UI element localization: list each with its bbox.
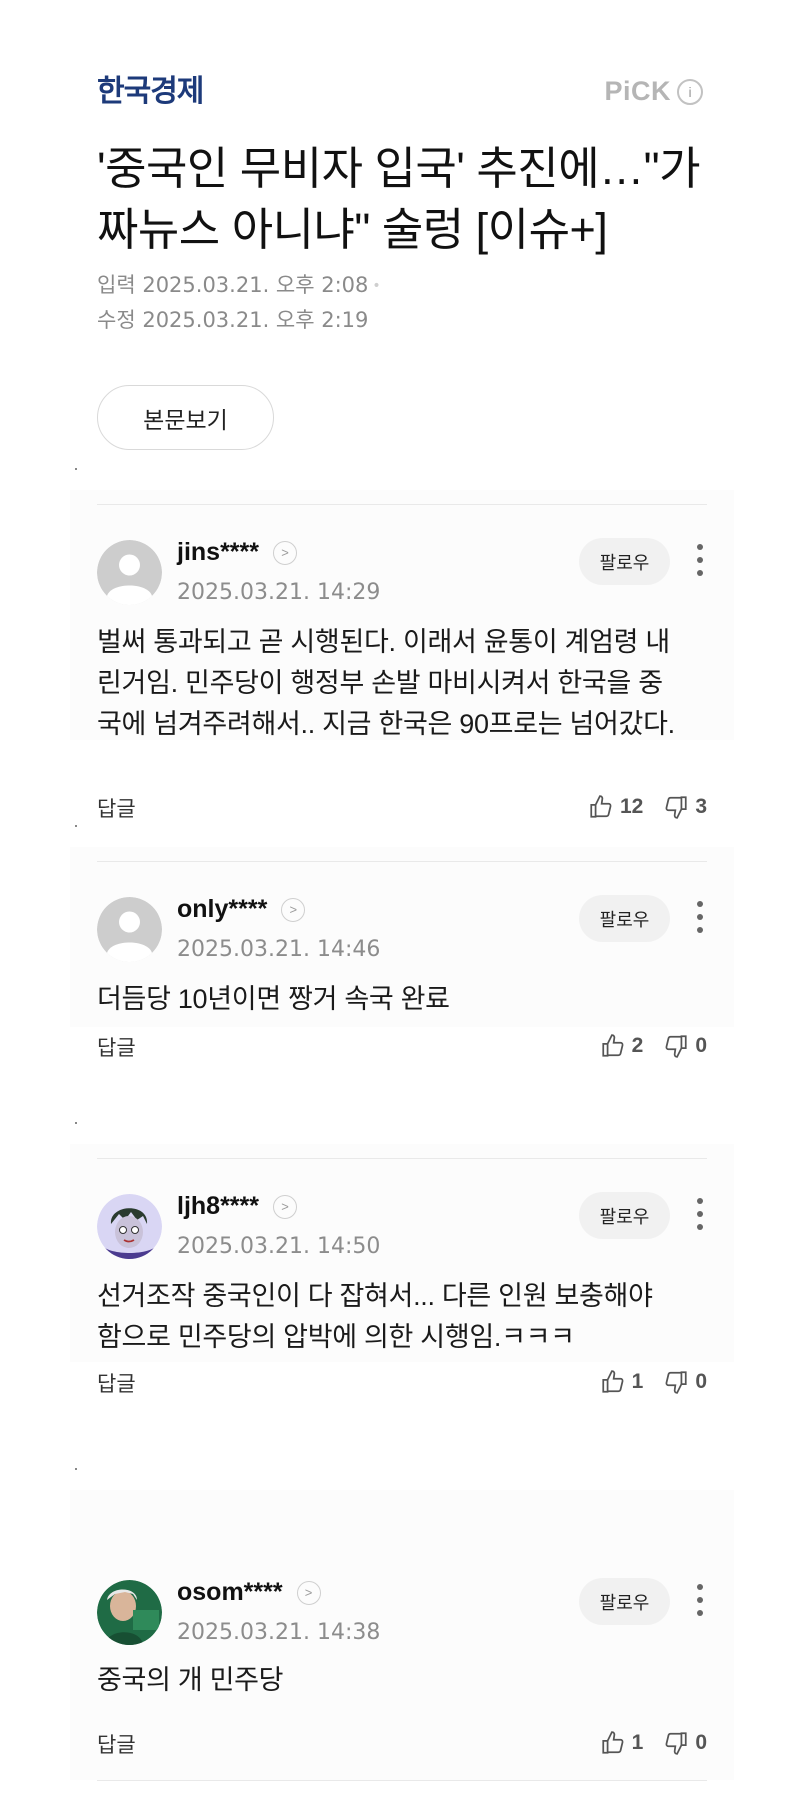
follow-button[interactable]: 팔로우 [579, 1192, 670, 1239]
edit-time: 2025.03.21. 오후 2:19 [142, 308, 369, 332]
comment-actions: 답글 1 0 [97, 1369, 707, 1401]
photo-avatar-icon [97, 1580, 162, 1645]
like-count: 1 [631, 1370, 644, 1393]
input-time: 2025.03.21. 오후 2:08 [142, 273, 369, 297]
more-options-icon[interactable] [696, 1584, 704, 1616]
comment-actions: 답글 2 0 [97, 1033, 707, 1065]
like-count: 1 [631, 1731, 644, 1754]
chevron-right-icon[interactable]: > [296, 1580, 321, 1605]
follow-button[interactable]: 팔로우 [579, 895, 670, 942]
like-button[interactable]: 12 [588, 794, 643, 820]
reply-button[interactable]: 답글 [97, 1369, 136, 1401]
default-avatar-icon [97, 897, 162, 962]
follow-button[interactable]: 팔로우 [579, 1578, 670, 1625]
thumbs-down-icon [665, 1371, 687, 1394]
reply-button[interactable]: 답글 [97, 1730, 136, 1762]
comment-item: ljh8**** > 2025.03.21. 14:50 팔로우 선거조작 중국… [70, 1122, 734, 1396]
separator-dot-icon: • [372, 278, 381, 294]
comment-item: osom**** > 2025.03.21. 14:38 팔로우 중국의 개 민… [70, 1468, 734, 1781]
comment-actions: 답글 12 3 [97, 794, 707, 826]
comment-user[interactable]: only**** > [177, 895, 306, 924]
comment-item: only**** > 2025.03.21. 14:46 팔로우 더듬당 10년… [70, 825, 734, 1060]
follow-button[interactable]: 팔로우 [579, 538, 670, 585]
vote-group: 12 3 [588, 794, 707, 820]
dislike-count: 3 [695, 795, 707, 818]
article-headline: '중국인 무비자 입국' 추진에…"가짜뉴스 아니냐" 술렁 [이슈+] [97, 143, 700, 255]
thumbs-down-icon [665, 796, 687, 819]
like-button[interactable]: 2 [600, 1033, 644, 1059]
comment-time: 2025.03.21. 14:46 [177, 937, 381, 962]
reply-button[interactable]: 답글 [97, 1033, 136, 1065]
username[interactable]: ljh8**** [177, 1192, 259, 1221]
avatar-default[interactable] [97, 897, 162, 962]
chevron-right-icon[interactable]: > [281, 897, 306, 922]
divider-mark [75, 1122, 77, 1124]
divider [97, 504, 707, 505]
username[interactable]: only**** [177, 895, 267, 924]
info-icon[interactable]: i [677, 78, 703, 105]
comment-time: 2025.03.21. 14:50 [177, 1234, 381, 1259]
input-timestamp: 입력 2025.03.21. 오후 2:08 • [97, 268, 381, 303]
pick-label: PiCK [604, 76, 671, 106]
dislike-count: 0 [695, 1034, 707, 1057]
divider [97, 1780, 707, 1781]
dislike-button[interactable]: 0 [663, 1369, 707, 1395]
thumbs-down-icon [665, 1732, 687, 1755]
cartoon-avatar-icon [97, 1194, 162, 1259]
comment-user[interactable]: ljh8**** > [177, 1192, 297, 1221]
comment-text: 더듬당 10년이면 짱거 속국 완료 [97, 984, 450, 1014]
divider [97, 1158, 707, 1159]
article-header: 한국경제 PiCK i [97, 70, 703, 114]
like-button[interactable]: 1 [600, 1369, 644, 1395]
more-options-icon[interactable] [696, 1198, 704, 1230]
avatar-default[interactable] [97, 540, 162, 605]
comment-item: jins**** > 2025.03.21. 14:29 팔로우 벌써 통과되고… [70, 468, 734, 821]
vote-group: 1 0 [600, 1730, 707, 1756]
more-options-icon[interactable] [696, 544, 704, 576]
like-count: 12 [619, 795, 644, 818]
dislike-button[interactable]: 3 [663, 794, 707, 820]
avatar-cartoon[interactable] [97, 1194, 162, 1259]
article-meta: 입력 2025.03.21. 오후 2:08 • 수정 2025.03.21. 오… [97, 268, 381, 337]
dislike-button[interactable]: 0 [663, 1730, 707, 1756]
default-avatar-icon [97, 540, 162, 605]
input-label: 입력 [97, 273, 136, 297]
edit-label: 수정 [97, 308, 136, 332]
comment-text: 중국의 개 민주당 [97, 1665, 284, 1695]
divider-mark [75, 1468, 77, 1470]
chevron-right-icon[interactable]: > [272, 1194, 297, 1219]
thumbs-up-icon [602, 1034, 624, 1057]
thumbs-up-icon [590, 795, 612, 818]
thumbs-up-icon [602, 1731, 624, 1754]
divider-mark [75, 825, 77, 827]
reply-button[interactable]: 답글 [97, 794, 136, 826]
chevron-right-icon[interactable]: > [272, 540, 297, 565]
comment-text: 벌써 통과되고 곧 시행된다. 이래서 윤통이 계엄령 내린거임. 민주당이 행… [97, 627, 675, 739]
divider [97, 861, 707, 862]
comment-text: 선거조작 중국인이 다 잡혀서... 다른 인원 보충해야 함으로 민주당의 압… [97, 1281, 653, 1352]
thumbs-down-icon [665, 1035, 687, 1058]
username[interactable]: osom**** [177, 1578, 283, 1607]
dislike-count: 0 [695, 1731, 707, 1754]
comment-time: 2025.03.21. 14:29 [177, 580, 381, 605]
publisher-logo[interactable]: 한국경제 [97, 70, 204, 114]
edit-timestamp: 수정 2025.03.21. 오후 2:19 [97, 303, 381, 337]
vote-group: 2 0 [600, 1033, 707, 1059]
view-article-body-button[interactable]: 본문보기 [97, 385, 274, 450]
pick-badge[interactable]: PiCK i [604, 76, 703, 107]
vote-group: 1 0 [600, 1369, 707, 1395]
like-count: 2 [631, 1034, 644, 1057]
divider-mark [75, 468, 77, 470]
like-button[interactable]: 1 [600, 1730, 644, 1756]
thumbs-up-icon [602, 1370, 624, 1393]
username[interactable]: jins**** [177, 538, 259, 567]
more-options-icon[interactable] [696, 901, 704, 933]
dislike-button[interactable]: 0 [663, 1033, 707, 1059]
comment-user[interactable]: jins**** > [177, 538, 297, 567]
comment-actions: 답글 1 0 [97, 1730, 707, 1762]
avatar-photo[interactable] [97, 1580, 162, 1645]
comment-time: 2025.03.21. 14:38 [177, 1620, 381, 1645]
comment-user[interactable]: osom**** > [177, 1578, 321, 1607]
dislike-count: 0 [695, 1370, 707, 1393]
